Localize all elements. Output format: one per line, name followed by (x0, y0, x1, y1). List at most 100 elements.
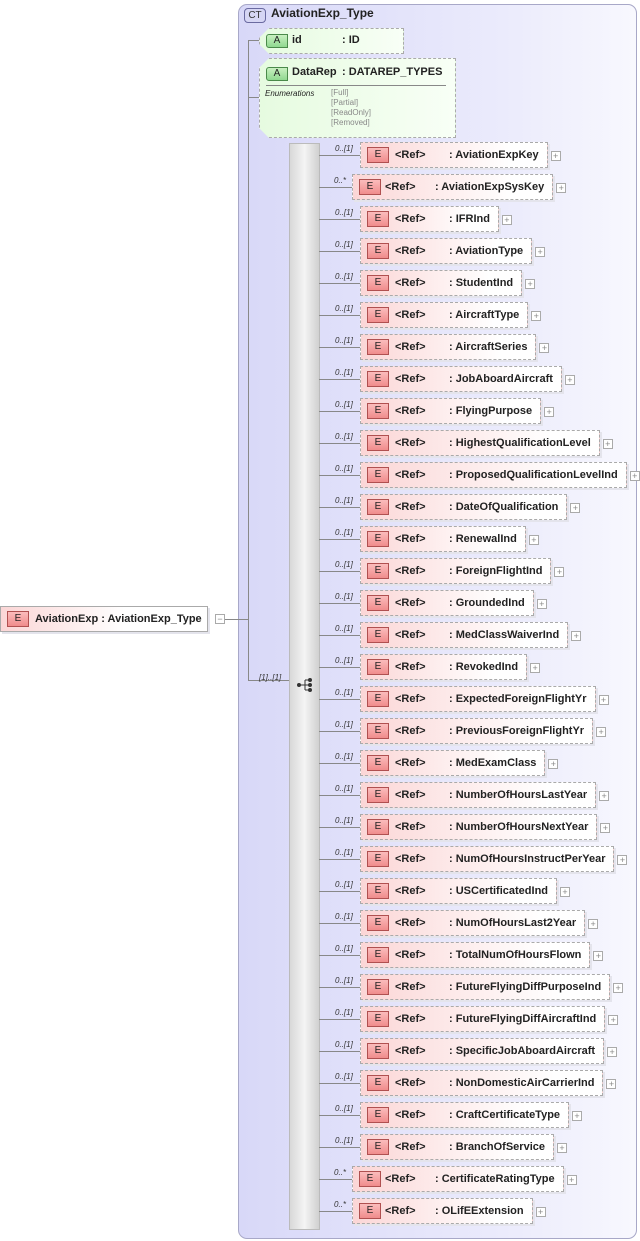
expand-icon[interactable]: + (525, 279, 536, 289)
connector (319, 827, 360, 828)
element-ref[interactable]: E <Ref> : RenewalInd + (360, 526, 539, 552)
expand-icon[interactable]: + (600, 823, 611, 833)
element-ref[interactable]: E <Ref> : GroundedInd + (360, 590, 547, 616)
connector (319, 987, 360, 988)
element-ref-label: <Ref> (385, 1173, 416, 1185)
element-cardinality: 0..[1] (335, 528, 353, 537)
element-ref-label: <Ref> (395, 469, 426, 481)
expand-icon[interactable]: + (596, 727, 607, 737)
expand-icon[interactable]: + (539, 343, 550, 353)
expand-icon[interactable]: + (602, 439, 613, 449)
element-ref[interactable]: E <Ref> : ForeignFlightInd + (360, 558, 565, 584)
expand-icon[interactable]: + (613, 983, 624, 993)
element-cardinality: 0..[1] (335, 144, 353, 153)
expand-icon[interactable]: + (608, 1015, 619, 1025)
connector (319, 443, 360, 444)
element-ref[interactable]: E <Ref> : AviationExpSysKey + (352, 174, 567, 200)
expand-icon[interactable]: + (560, 887, 571, 897)
element-ref[interactable]: E <Ref> : AviationType + (360, 238, 546, 264)
element-ref[interactable]: E <Ref> : AviationExpKey + (360, 142, 561, 168)
element-ref[interactable]: E <Ref> : NumberOfHoursLastYear + (360, 782, 610, 808)
element-name: : NonDomesticAirCarrierInd (449, 1077, 595, 1089)
element-cardinality: 0..[1] (335, 560, 353, 569)
element-ref[interactable]: E <Ref> : AircraftSeries + (360, 334, 550, 360)
expand-icon[interactable]: + (536, 599, 547, 609)
element-ref[interactable]: E <Ref> : CertificateRatingType + (352, 1166, 577, 1192)
element-ref[interactable]: E <Ref> : CraftCertificateType + (360, 1102, 583, 1128)
element-badge: E (367, 627, 389, 643)
element-ref[interactable]: E <Ref> : USCertificatedInd + (360, 878, 571, 904)
expand-icon[interactable]: + (528, 535, 539, 545)
element-ref-label: <Ref> (395, 597, 426, 609)
expand-icon[interactable]: + (593, 951, 604, 961)
element-ref[interactable]: E <Ref> : FutureFlyingDiffAircraftInd + (360, 1006, 619, 1032)
element-ref[interactable]: E <Ref> : NumOfHoursLast2Year + (360, 910, 599, 936)
expand-icon[interactable]: + (556, 1143, 567, 1153)
expand-icon[interactable]: + (566, 1175, 577, 1185)
expand-icon[interactable]: + (544, 407, 555, 417)
connector (319, 635, 360, 636)
element-ref[interactable]: E <Ref> : DateOfQualification + (360, 494, 581, 520)
root-element-label: AviationExp : AviationExp_Type (35, 613, 202, 625)
element-ref[interactable]: E <Ref> : TotalNumOfHoursFlown + (360, 942, 604, 968)
attribute-datarep[interactable]: A DataRep : DATAREP_TYPES Enumerations [… (259, 58, 456, 138)
expand-icon[interactable]: + (571, 631, 582, 641)
element-ref[interactable]: E <Ref> : AircraftType + (360, 302, 542, 328)
expand-icon[interactable]: + (598, 695, 609, 705)
expand-icon[interactable]: + (617, 855, 628, 865)
expand-icon[interactable]: + (606, 1079, 617, 1089)
expand-icon[interactable]: + (629, 471, 640, 481)
element-ref[interactable]: E <Ref> : NonDomesticAirCarrierInd + (360, 1070, 617, 1096)
expand-icon[interactable]: + (607, 1047, 618, 1057)
element-cardinality: 0..[1] (335, 784, 353, 793)
element-ref[interactable]: E <Ref> : FutureFlyingDiffPurposeInd + (360, 974, 624, 1000)
expand-icon[interactable]: + (548, 759, 559, 769)
element-ref[interactable]: E <Ref> : PreviousForeignFlightYr + (360, 718, 607, 744)
expand-icon[interactable]: + (570, 503, 581, 513)
element-ref-label: <Ref> (395, 373, 426, 385)
expand-icon[interactable]: + (531, 311, 542, 321)
element-ref[interactable]: E <Ref> : JobAboardAircraft + (360, 366, 575, 392)
element-badge: E (367, 211, 389, 227)
element-cardinality: 0..[1] (335, 1072, 353, 1081)
expand-icon[interactable]: + (572, 1111, 583, 1121)
element-ref-label: <Ref> (395, 245, 426, 257)
element-ref-label: <Ref> (395, 437, 426, 449)
element-ref[interactable]: E <Ref> : MedExamClass + (360, 750, 559, 776)
attribute-type: : ID (342, 34, 360, 46)
element-badge: E (7, 611, 29, 627)
expand-icon[interactable]: + (564, 375, 575, 385)
expand-icon[interactable]: + (588, 919, 599, 929)
expand-icon[interactable]: + (599, 791, 610, 801)
element-ref[interactable]: E <Ref> : NumberOfHoursNextYear + (360, 814, 611, 840)
expand-icon[interactable]: + (530, 663, 541, 673)
root-element[interactable]: E AviationExp : AviationExp_Type (0, 606, 208, 632)
element-badge: E (367, 403, 389, 419)
element-ref[interactable]: E <Ref> : SpecificJobAboardAircraft + (360, 1038, 618, 1064)
element-ref[interactable]: E <Ref> : ExpectedForeignFlightYr + (360, 686, 609, 712)
element-ref[interactable]: E <Ref> : BranchOfService + (360, 1134, 567, 1160)
element-ref[interactable]: E <Ref> : FlyingPurpose + (360, 398, 555, 424)
element-cardinality: 0..* (334, 1200, 347, 1209)
element-cardinality: 0..* (334, 176, 347, 185)
connector (319, 1019, 360, 1020)
element-ref[interactable]: E <Ref> : ProposedQualificationLevelInd … (360, 462, 640, 488)
element-ref[interactable]: E <Ref> : IFRInd + (360, 206, 512, 232)
element-ref[interactable]: E <Ref> : NumOfHoursInstructPerYear + (360, 846, 628, 872)
element-ref[interactable]: E <Ref> : MedClassWaiverInd + (360, 622, 582, 648)
expand-icon[interactable]: + (556, 183, 567, 193)
collapse-toggle[interactable]: − (215, 614, 225, 624)
expand-icon[interactable]: + (535, 247, 546, 257)
expand-icon[interactable]: + (535, 1207, 546, 1217)
element-ref[interactable]: E <Ref> : RevokedInd + (360, 654, 541, 680)
element-ref[interactable]: E <Ref> : OLifEExtension + (352, 1198, 546, 1224)
element-ref-label: <Ref> (395, 277, 426, 289)
connector (319, 795, 360, 796)
attribute-id[interactable]: A id : ID (259, 28, 404, 54)
element-badge: E (359, 1203, 381, 1219)
expand-icon[interactable]: + (554, 567, 565, 577)
expand-icon[interactable]: + (550, 151, 561, 161)
expand-icon[interactable]: + (501, 215, 512, 225)
element-ref[interactable]: E <Ref> : StudentInd + (360, 270, 536, 296)
element-ref[interactable]: E <Ref> : HighestQualificationLevel + (360, 430, 613, 456)
